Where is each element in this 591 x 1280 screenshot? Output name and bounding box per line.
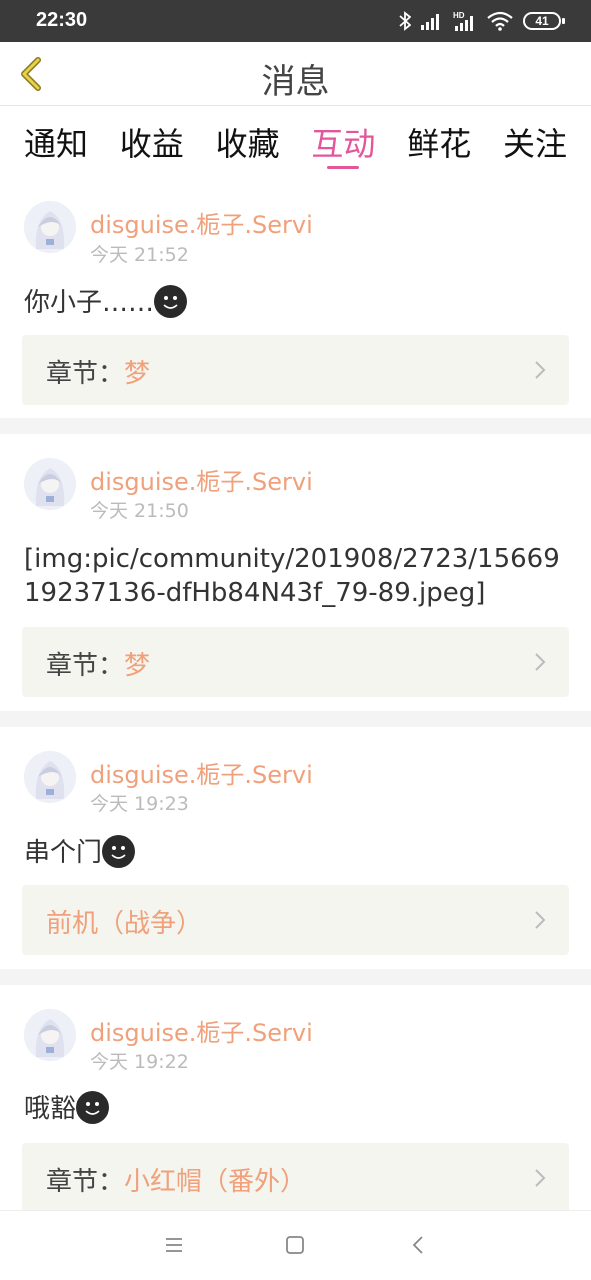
timestamp: 今天 19:23 [90, 793, 189, 815]
list-item: disguise.栀子.Servi 今天 19:23 串个门 前机（战争） [0, 727, 591, 969]
comment-text: [img:pic/community/201908/2723/156691923… [24, 542, 567, 610]
message-list: disguise.栀子.Servi 今天 21:52 你小子…… 章节：梦 di… [0, 183, 591, 1235]
chapter-label: 章节：梦 [46, 645, 150, 682]
chapter-prefix: 章节： [46, 1167, 125, 1197]
wifi-icon [487, 11, 513, 31]
chevron-right-icon [535, 911, 546, 929]
status-bar: 22:30 HD 41 [0, 0, 591, 42]
username[interactable]: disguise.栀子.Servi [90, 755, 313, 790]
timestamp: 今天 19:22 [90, 1051, 189, 1073]
list-item: disguise.栀子.Servi 今天 19:22 哦豁 章节：小红帽（番外） [0, 985, 591, 1235]
chapter-label: 章节：梦 [46, 353, 150, 390]
back-triangle-icon[interactable] [407, 1233, 431, 1257]
divider [0, 418, 591, 434]
chapter-name: 梦 [124, 651, 151, 681]
chapter-name: 前机（战争） [46, 909, 203, 939]
comment-text: 哦豁 [24, 1091, 571, 1126]
chapter-name: 小红帽（番外） [124, 1167, 307, 1197]
battery-level: 41 [535, 14, 549, 28]
username[interactable]: disguise.栀子.Servi [90, 1013, 313, 1048]
battery-icon: 41 [523, 12, 565, 30]
signal-icon [421, 14, 439, 30]
app-header: 消息 [0, 42, 591, 106]
comment-text: 串个门 [24, 835, 571, 870]
timestamp: 今天 21:52 [90, 244, 189, 266]
divider [0, 969, 591, 985]
chapter-link[interactable]: 章节：小红帽（番外） [22, 1143, 569, 1213]
home-square-icon[interactable] [283, 1233, 307, 1257]
bluetooth-icon [399, 11, 411, 31]
menu-icon[interactable] [162, 1233, 186, 1257]
chevron-right-icon [535, 1169, 546, 1187]
chapter-label: 前机（战争） [46, 903, 202, 940]
system-nav-bar [0, 1210, 591, 1280]
status-time: 22:30 [36, 9, 88, 31]
chapter-link[interactable]: 前机（战争） [22, 885, 569, 955]
username[interactable]: disguise.栀子.Servi [90, 205, 313, 240]
comment-body: 你小子…… [24, 288, 155, 318]
tab-bar: 通知 收益 收藏 互动 鲜花 关注 [0, 107, 591, 172]
avatar[interactable] [24, 751, 76, 803]
svg-text:HD: HD [453, 11, 465, 20]
tab-earnings[interactable]: 收益 [120, 107, 184, 172]
list-item: disguise.栀子.Servi 今天 21:50 [img:pic/comm… [0, 434, 591, 711]
username[interactable]: disguise.栀子.Servi [90, 462, 313, 497]
chapter-prefix: 章节： [46, 651, 125, 681]
chapter-link[interactable]: 章节：梦 [22, 335, 569, 405]
list-item: disguise.栀子.Servi 今天 21:52 你小子…… 章节：梦 [0, 183, 591, 418]
comment-body: [img:pic/community/201908/2723/156691923… [24, 544, 560, 608]
chapter-label: 章节：小红帽（番外） [46, 1161, 306, 1198]
chapter-prefix: 章节： [46, 359, 125, 389]
comment-body: 串个门 [24, 838, 103, 868]
chapter-link[interactable]: 章节：梦 [22, 627, 569, 697]
avatar[interactable] [24, 458, 76, 510]
tab-flowers[interactable]: 鲜花 [407, 107, 471, 172]
tab-favorites[interactable]: 收藏 [216, 107, 280, 172]
divider [0, 711, 591, 727]
comment-text: 你小子…… [24, 285, 571, 320]
smile-emoji-icon [76, 1091, 110, 1124]
tab-notifications[interactable]: 通知 [24, 107, 88, 172]
chevron-right-icon [535, 361, 546, 379]
tab-interactions[interactable]: 互动 [311, 107, 375, 172]
comment-body: 哦豁 [24, 1094, 77, 1124]
chevron-right-icon [535, 653, 546, 671]
timestamp: 今天 21:50 [90, 500, 189, 522]
page-title: 消息 [261, 62, 330, 102]
smile-emoji-icon [102, 835, 136, 868]
smile-emoji-icon [154, 285, 188, 318]
chapter-name: 梦 [124, 359, 151, 389]
avatar[interactable] [24, 1009, 76, 1061]
avatar[interactable] [24, 201, 76, 253]
tab-following[interactable]: 关注 [503, 107, 567, 172]
hd-signal-icon: HD [453, 11, 473, 31]
